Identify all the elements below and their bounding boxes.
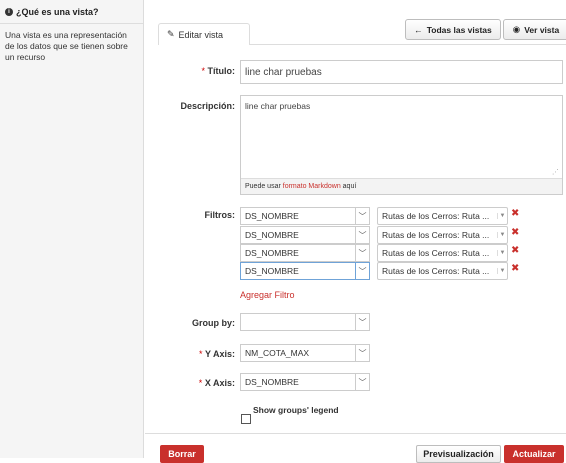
show-legend-label: Show groups' legend [253, 405, 339, 415]
caret-down-icon: ▼ [497, 213, 507, 219]
edit-icon: ✎ [167, 29, 175, 39]
chevron-down-icon: ﹀ [355, 245, 369, 261]
markdown-suffix: aquí [340, 183, 357, 190]
update-button[interactable]: Actualizar [504, 445, 564, 463]
add-filter-link[interactable]: Agregar Filtro [240, 290, 295, 300]
filter-value-select[interactable]: Rutas de los Cerros: Ruta ... ▼ [377, 226, 508, 244]
chevron-down-icon: ﹀ [355, 314, 369, 330]
y-axis-select[interactable]: NM_COTA_MAX ﹀ [240, 344, 370, 362]
chevron-down-icon: ﹀ [355, 208, 369, 224]
chevron-down-icon: ﹀ [355, 345, 369, 361]
filter-field-select[interactable]: DS_NOMBRE ﹀ [240, 207, 370, 225]
arrow-left-icon: ← [414, 24, 423, 35]
chevron-down-icon: ﹀ [355, 227, 369, 243]
tab-edit-view-label: Editar vista [178, 29, 224, 40]
group-by-label: Group by: [192, 318, 235, 328]
group-by-select[interactable]: ﹀ [240, 313, 370, 331]
description-textarea[interactable]: line char pruebas Puede usar formato Mar… [240, 95, 563, 195]
y-axis-label: * Y Axis: [198, 349, 235, 359]
remove-filter-icon[interactable]: ✖ [511, 245, 519, 256]
description-value: line char pruebas [245, 101, 311, 111]
eye-icon: ◉ [512, 24, 521, 34]
x-axis-label: * X Axis: [198, 378, 235, 388]
description-label: Descripción: [180, 101, 235, 111]
view-button[interactable]: ◉ Ver vista [503, 19, 566, 40]
filter-field-select[interactable]: DS_NOMBRE ﹀ [240, 226, 370, 244]
filters-label: Filtros: [204, 210, 236, 220]
delete-button[interactable]: Borrar [160, 445, 204, 463]
title-label: * Título: [201, 66, 235, 76]
tab-divider [250, 44, 566, 45]
info-icon: i [5, 7, 13, 16]
title-input[interactable]: line char pruebas [240, 60, 563, 84]
remove-filter-icon[interactable]: ✖ [511, 208, 519, 219]
resize-handle-icon[interactable]: ⋰ [552, 168, 559, 176]
all-views-label: Todas las vistas [426, 24, 492, 35]
sidebar-description: Una vista es una representación de los d… [5, 30, 128, 62]
filter-value-select[interactable]: Rutas de los Cerros: Ruta ... ▼ [377, 244, 508, 262]
remove-filter-icon[interactable]: ✖ [511, 227, 519, 238]
remove-filter-icon[interactable]: ✖ [511, 263, 519, 274]
main-panel: ✎ Editar vista ← Todas las vistas ◉ Ver … [145, 0, 566, 463]
filter-value-select[interactable]: Rutas de los Cerros: Ruta ... ▼ [377, 262, 508, 280]
filter-value-select[interactable]: Rutas de los Cerros: Ruta ... ▼ [377, 207, 508, 225]
sidebar-header: i ¿Qué es una vista? [0, 0, 143, 24]
sidebar-title: ¿Qué es una vista? [16, 6, 99, 17]
chevron-down-icon: ﹀ [355, 374, 369, 390]
filter-field-select[interactable]: DS_NOMBRE ﹀ [240, 262, 370, 280]
view-label: Ver vista [524, 24, 560, 35]
markdown-link[interactable]: formato Markdown [283, 183, 341, 190]
markdown-hint: Puede usar formato Markdown aquí [241, 178, 562, 194]
preview-button[interactable]: Previsualización [416, 445, 501, 463]
caret-down-icon: ▼ [497, 268, 507, 274]
tab-edit-view[interactable]: ✎ Editar vista [158, 23, 250, 45]
action-bar: Borrar Previsualización Actualizar [145, 433, 566, 463]
all-views-button[interactable]: ← Todas las vistas [405, 19, 501, 40]
caret-down-icon: ▼ [497, 250, 507, 256]
x-axis-select[interactable]: DS_NOMBRE ﹀ [240, 373, 370, 391]
help-sidebar: i ¿Qué es una vista? Una vista es una re… [0, 0, 144, 458]
chevron-down-icon: ﹀ [355, 263, 369, 279]
caret-down-icon: ▼ [497, 232, 507, 238]
show-legend-checkbox[interactable] [241, 414, 251, 424]
markdown-prefix: Puede usar [245, 183, 283, 190]
filter-field-select[interactable]: DS_NOMBRE ﹀ [240, 244, 370, 262]
